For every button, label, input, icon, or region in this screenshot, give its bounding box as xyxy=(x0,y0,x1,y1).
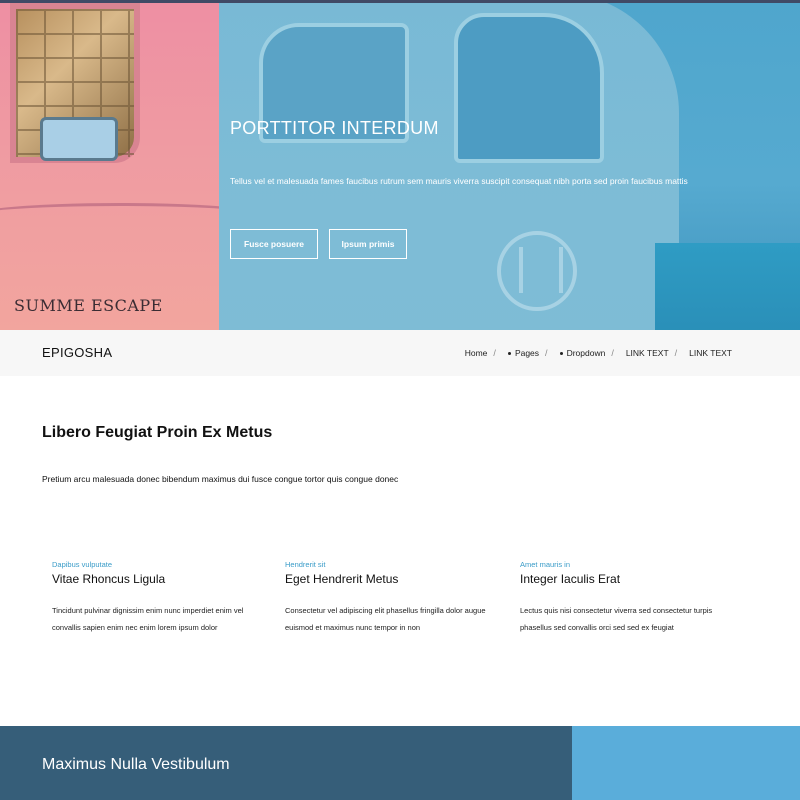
footer-band: Maximus Nulla Vestibulum xyxy=(0,726,800,800)
vw-emblem-icon xyxy=(497,231,577,311)
feature-column: Hendrerit sit Eget Hendrerit Metus Conse… xyxy=(285,560,500,636)
feature-kicker: Hendrerit sit xyxy=(285,560,326,569)
feature-title: Integer Iaculis Erat xyxy=(520,572,621,586)
license-plate: SUMME ESCAPE xyxy=(14,296,163,315)
nav-pages[interactable]: Pages xyxy=(507,348,540,358)
hero-content: PORTTITOR INTERDUM Tellus vel et malesua… xyxy=(230,118,800,259)
nav-dropdown[interactable]: Dropdown xyxy=(559,348,606,358)
section-text: Pretium arcu malesuada donec bibendum ma… xyxy=(42,474,399,484)
ipsum-primis-button[interactable]: Ipsum primis xyxy=(329,229,407,259)
footer-title: Maximus Nulla Vestibulum xyxy=(42,756,230,773)
feature-text: Consectetur vel adipiscing elit phasellu… xyxy=(285,606,486,632)
feature-column: Dapibus vulputate Vitae Rhoncus Ligula T… xyxy=(52,560,267,636)
van-window-illustration xyxy=(10,3,140,163)
bullet-icon xyxy=(507,351,511,355)
nav-link-text-1-label: LINK TEXT xyxy=(625,348,669,358)
nav-link-text-1[interactable]: LINK TEXT xyxy=(626,348,669,358)
hero-image-left: SUMME ESCAPE xyxy=(0,3,219,330)
feature-kicker: Amet mauris in xyxy=(520,560,571,569)
nav-separator: / xyxy=(611,348,614,358)
nav-home-label: Home xyxy=(464,348,488,358)
feature-column: Amet mauris in Integer Iaculis Erat Lect… xyxy=(520,560,735,636)
navbar: EPIGOSHA Home / Pages / Dropdown / LINK … xyxy=(0,330,800,376)
nav-separator: / xyxy=(545,348,548,358)
nav-links: Home / Pages / Dropdown / LINK TEXT / LI… xyxy=(465,348,732,358)
feature-kicker: Dapibus vulputate xyxy=(52,560,113,569)
feature-text: Tincidunt pulvinar dignissim enim nunc i… xyxy=(52,606,244,632)
nav-dropdown-label: Dropdown xyxy=(566,348,606,358)
nav-separator: / xyxy=(674,348,678,358)
nav-home[interactable]: Home xyxy=(465,348,488,358)
bullet-icon xyxy=(559,351,563,355)
nav-separator: / xyxy=(493,348,496,358)
brand-logo[interactable]: EPIGOSHA xyxy=(42,345,112,360)
nav-pages-label: Pages xyxy=(514,348,540,358)
footer-light-panel xyxy=(572,726,800,800)
nav-link-text-2-label: LINK TEXT xyxy=(689,348,732,358)
hero-lead-text: Tellus vel et malesuada fames faucibus r… xyxy=(230,176,688,186)
hero-banner: SUMME ESCAPE PORTTITOR INTERDUM Tellus v… xyxy=(0,0,800,330)
nav-link-text-2[interactable]: LINK TEXT xyxy=(689,348,732,358)
hero-buttons: Fusce posuere Ipsum primis xyxy=(230,229,407,259)
fusce-posuere-button[interactable]: Fusce posuere xyxy=(230,229,318,259)
sea-background xyxy=(655,243,800,330)
feature-text: Lectus quis nisi consectetur viverra sed… xyxy=(520,606,713,632)
section-title: Libero Feugiat Proin Ex Metus xyxy=(42,424,273,441)
van-body-curve xyxy=(0,203,219,233)
hero-title: PORTTITOR INTERDUM xyxy=(230,118,439,138)
feature-title: Vitae Rhoncus Ligula xyxy=(52,572,166,586)
feature-title: Eget Hendrerit Metus xyxy=(285,572,399,586)
